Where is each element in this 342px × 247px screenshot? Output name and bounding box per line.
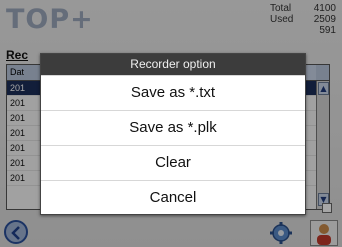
save-txt-button[interactable]: Save as *.txt xyxy=(41,75,305,110)
recorder-option-dialog: Recorder option Save as *.txt Save as *.… xyxy=(40,53,306,215)
clear-button[interactable]: Clear xyxy=(41,145,305,180)
dialog-title: Recorder option xyxy=(41,54,305,75)
cancel-button[interactable]: Cancel xyxy=(41,180,305,214)
save-plk-button[interactable]: Save as *.plk xyxy=(41,110,305,145)
